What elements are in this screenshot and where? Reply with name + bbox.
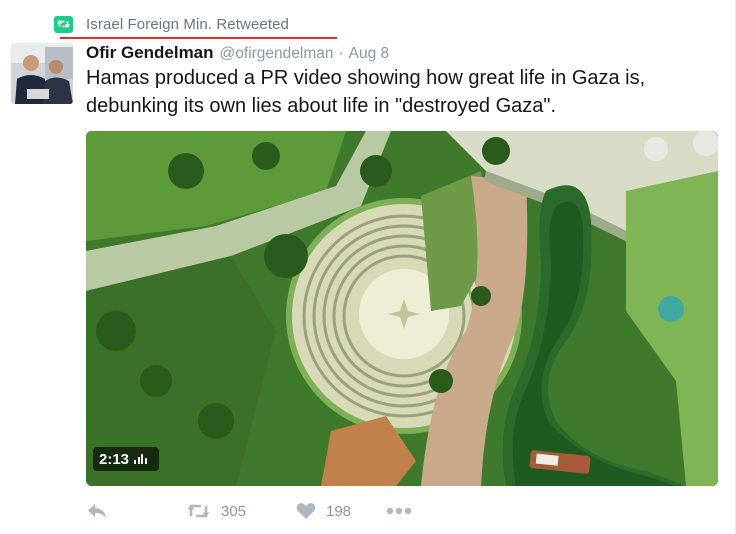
more-button[interactable]	[386, 499, 426, 523]
reply-button[interactable]	[86, 499, 186, 523]
retweet-count: 305	[221, 502, 247, 520]
retweet-context[interactable]: Israel Foreign Min. Retweeted	[54, 14, 289, 34]
retweet-action-icon	[187, 504, 210, 518]
video-duration-badge: 2:13	[93, 447, 159, 471]
avatar[interactable]	[11, 43, 73, 104]
tweet-header: Ofir Gendelman @ofirgendelman · Aug 8	[86, 43, 389, 63]
retweet-button[interactable]: 305	[186, 499, 296, 523]
video-duration: 2:13	[99, 450, 130, 468]
video-player[interactable]	[86, 131, 718, 486]
like-count: 198	[326, 502, 352, 520]
heart-icon	[296, 503, 316, 519]
like-button[interactable]: 198	[296, 499, 386, 523]
more-dots-icon	[386, 507, 412, 515]
red-annotation-underline	[60, 37, 337, 39]
author-name[interactable]: Ofir Gendelman	[86, 43, 214, 63]
retweet-icon	[54, 15, 73, 33]
separator-dot: ·	[338, 45, 344, 62]
tweet-text: Hamas produced a PR video showing how gr…	[86, 64, 706, 120]
tweet-card: Israel Foreign Min. Retweeted Ofir Gende…	[0, 0, 736, 534]
tweet-date[interactable]: Aug 8	[349, 45, 390, 63]
tweet-text-line-2: debunking its own lies about life in "de…	[86, 95, 557, 117]
tweet-text-line-1: Hamas produced a PR video showing how gr…	[86, 67, 646, 89]
reply-icon	[88, 504, 106, 518]
video-thumbnail-aerial-park	[86, 131, 718, 486]
volume-bars-icon	[134, 454, 148, 464]
tweet-actions: 305 198	[86, 499, 426, 523]
author-handle[interactable]: @ofirgendelman	[220, 45, 334, 63]
retweet-context-label: Israel Foreign Min. Retweeted	[86, 15, 289, 33]
